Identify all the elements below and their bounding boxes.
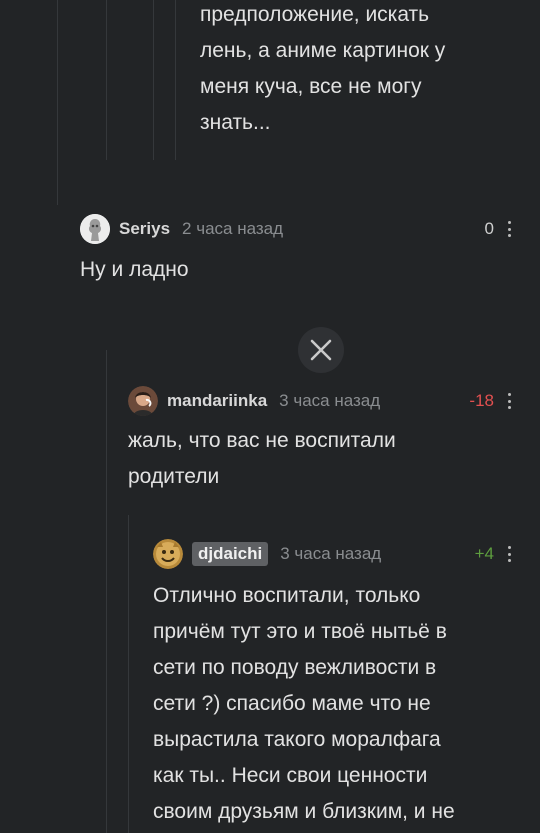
comment-header: Seriys 2 часа назад xyxy=(80,214,283,244)
avatar[interactable] xyxy=(80,214,110,244)
username[interactable]: Seriys xyxy=(119,219,170,239)
rating: 0 xyxy=(484,219,494,238)
thread-line xyxy=(106,0,107,160)
username[interactable]: djdaichi xyxy=(192,542,269,566)
timestamp[interactable]: 3 часа назад xyxy=(280,544,381,564)
close-button[interactable] xyxy=(298,327,344,373)
thread-line xyxy=(128,515,129,833)
thread-line xyxy=(175,0,176,160)
avatar[interactable] xyxy=(128,386,158,416)
rating: -18 xyxy=(469,391,494,410)
thread-line xyxy=(57,0,58,205)
more-vertical-icon[interactable] xyxy=(505,220,513,238)
timestamp[interactable]: 3 часа назад xyxy=(279,391,380,411)
thread-line xyxy=(106,350,107,833)
comment-header: mandariinka 3 часа назад xyxy=(128,386,380,416)
comment-text: Ну и ладно xyxy=(80,258,189,281)
avatar[interactable] xyxy=(153,539,183,569)
comment-text: Отлично воспитали, только причём тут это… xyxy=(153,584,455,823)
more-vertical-icon[interactable] xyxy=(505,545,513,563)
comment-text: жаль, что вас не воспитали родители xyxy=(128,429,396,488)
rating: +4 xyxy=(474,544,494,563)
comment-header: djdaichi 3 часа назад xyxy=(153,539,381,569)
comment-text: предположение, искать лень, а аниме карт… xyxy=(200,3,446,134)
username[interactable]: mandariinka xyxy=(167,391,267,411)
more-vertical-icon[interactable] xyxy=(505,392,513,410)
close-icon xyxy=(310,339,332,361)
timestamp[interactable]: 2 часа назад xyxy=(182,219,283,239)
thread-line xyxy=(153,0,154,160)
